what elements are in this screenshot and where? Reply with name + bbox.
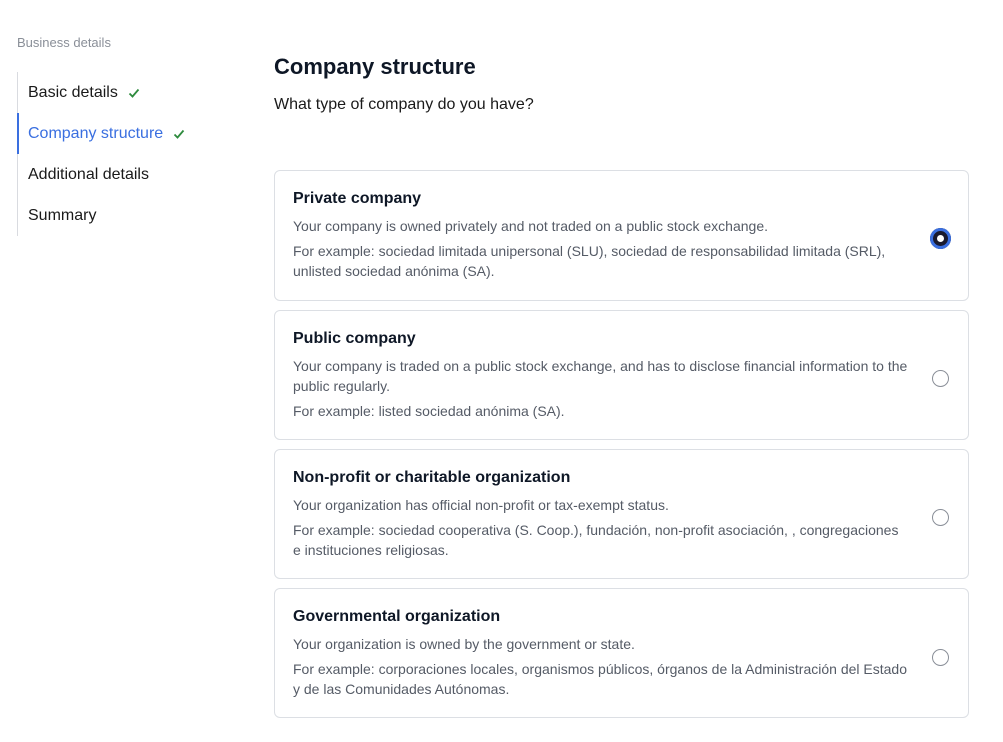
check-icon: [174, 129, 185, 139]
step-basic-details[interactable]: Basic details: [18, 72, 238, 113]
option-description: Your organization is owned by the govern…: [293, 636, 635, 652]
option-example: For example: corporaciones locales, orga…: [293, 661, 907, 697]
check-icon: [128, 88, 140, 98]
option-example: For example: sociedad limitada uniperson…: [293, 243, 886, 279]
option-description: Your company is traded on a public stock…: [293, 358, 908, 394]
step-label: Basic details: [28, 83, 118, 101]
option-description: Your organization has official non-profi…: [293, 497, 669, 513]
step-company-structure[interactable]: Company structure: [17, 113, 238, 154]
sidebar-title: Business details: [17, 35, 111, 50]
option-card-non-profit[interactable]: Non-profit or charitable organization Yo…: [274, 449, 969, 579]
option-card-private-company[interactable]: Private company Your company is owned pr…: [274, 170, 969, 301]
option-title: Public company: [293, 330, 416, 347]
step-additional-details[interactable]: Additional details: [18, 154, 238, 195]
option-description: Your company is owned privately and not …: [293, 218, 769, 234]
radio-non-profit[interactable]: [932, 509, 949, 526]
step-label: Company structure: [28, 124, 164, 142]
step-list: Basic details Company structure Addition…: [17, 72, 238, 236]
option-title: Governmental organization: [293, 608, 501, 625]
option-title: Private company: [293, 190, 422, 207]
page-subtitle: What type of company do you have?: [274, 96, 534, 113]
option-example: For example: sociedad cooperativa (S. Co…: [293, 522, 899, 558]
radio-governmental[interactable]: [932, 649, 949, 666]
radio-public-company[interactable]: [932, 370, 949, 387]
step-summary[interactable]: Summary: [18, 195, 238, 236]
option-card-public-company[interactable]: Public company Your company is traded on…: [274, 310, 969, 440]
step-label: Summary: [28, 206, 97, 224]
page-title: Company structure: [274, 54, 476, 79]
option-card-governmental[interactable]: Governmental organization Your organizat…: [274, 588, 969, 718]
step-label: Additional details: [28, 165, 149, 183]
option-example: For example: listed sociedad anónima (SA…: [293, 403, 565, 419]
option-title: Non-profit or charitable organization: [293, 469, 571, 486]
radio-private-company[interactable]: [930, 228, 951, 249]
